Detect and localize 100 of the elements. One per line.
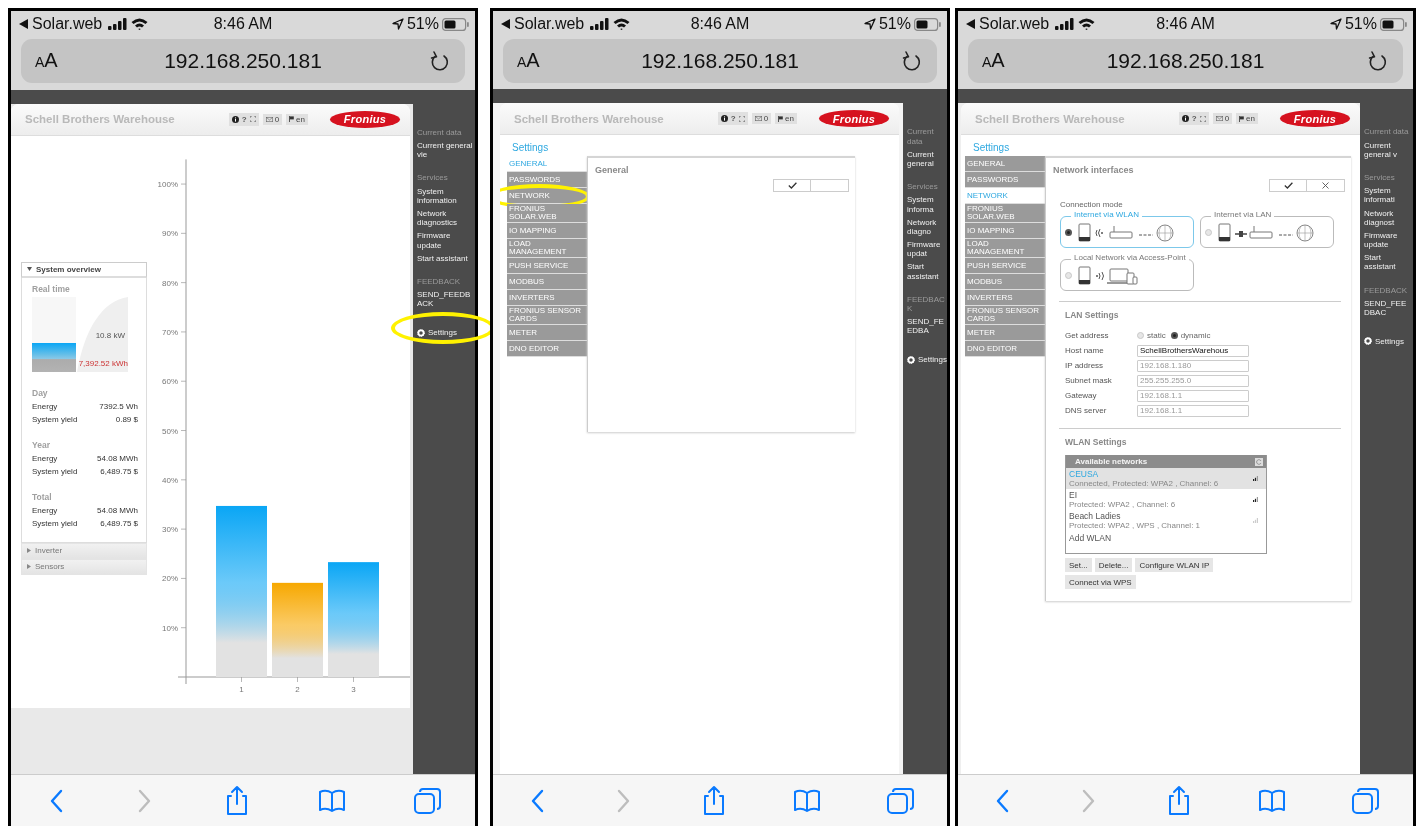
address-bar[interactable]: AA 192.168.250.181 (503, 38, 937, 83)
menu-link[interactable]: System informati (1364, 186, 1411, 205)
fullscreen-icon[interactable] (738, 115, 745, 122)
tabs-icon[interactable] (412, 786, 442, 815)
clock-time: 8:46 AM (213, 15, 273, 34)
site-title: Schell Brothers Warehouse (975, 112, 1125, 125)
menu-heading: Services (417, 173, 449, 183)
back-app-link[interactable]: Solar.web (979, 15, 1050, 34)
back-triangle-icon[interactable] (501, 19, 510, 30)
tabs-icon[interactable] (885, 786, 915, 815)
address-bar[interactable]: AA 192.168.250.181 (21, 38, 465, 83)
radio-button[interactable] (1170, 332, 1178, 340)
back-triangle-icon[interactable] (19, 19, 28, 30)
menu-link[interactable]: Firmware updat (907, 240, 945, 259)
field-label: DNS server (1065, 406, 1108, 416)
clock-time: 8:46 AM (690, 15, 750, 34)
cellular-signal-icon (108, 18, 128, 31)
brand-logo[interactable]: Fronius (1280, 110, 1350, 128)
menu-link[interactable]: Current general vie (417, 141, 473, 160)
action-button[interactable]: Set... (1065, 558, 1092, 573)
reload-icon[interactable] (1367, 49, 1387, 72)
url-text: 192.168.250.181 (641, 48, 799, 73)
battery-percent: 51% (406, 15, 439, 34)
axis-tick-label: 3 (351, 684, 356, 694)
reload-icon[interactable] (901, 49, 921, 72)
text-size-button[interactable]: AA (517, 49, 540, 73)
settings-link[interactable]: Settings (1364, 336, 1404, 346)
mail-button[interactable]: 0 (262, 113, 283, 125)
menu-link[interactable]: SEND_FEEDBACK (417, 290, 473, 309)
battery-icon (442, 18, 469, 31)
network-item[interactable]: EI Protected: WPA2 , Channel: 6 (1066, 489, 1266, 511)
language-button[interactable]: en (286, 113, 308, 125)
reload-icon[interactable] (429, 49, 449, 72)
panel-title: General (594, 164, 630, 176)
menu-link[interactable]: System informa (907, 195, 945, 214)
menu-link[interactable]: Current general v (1364, 140, 1411, 159)
text-size-button[interactable]: AA (982, 49, 1005, 73)
location-arrow-icon (391, 18, 404, 31)
brand-logo[interactable]: Fronius (819, 110, 889, 128)
info-icon[interactable] (720, 115, 728, 123)
back-app-link[interactable]: Solar.web (32, 15, 103, 34)
accordion-header[interactable]: System overview (21, 261, 147, 278)
battery-percent: 51% (878, 15, 911, 34)
flag-icon (778, 115, 784, 122)
book-icon[interactable] (1258, 787, 1287, 815)
language-button[interactable]: en (775, 113, 797, 125)
brand-logo[interactable]: Fronius (330, 110, 400, 128)
action-button[interactable]: Connect via WPS (1065, 575, 1136, 590)
axis-tick-label: 60% (162, 377, 178, 387)
menu-link[interactable]: SEND_FEEDBAC (1364, 298, 1411, 318)
settings-link[interactable]: Settings (417, 328, 457, 338)
menu-link[interactable]: Firmware update (1364, 230, 1411, 250)
input-field[interactable]: SchellBrothersWarehous (1137, 344, 1249, 357)
menu-link[interactable]: Firmware update (417, 231, 473, 250)
gear-icon (1364, 337, 1372, 346)
menu-link[interactable]: Network diagno (907, 217, 945, 237)
battery-icon (1380, 17, 1407, 31)
info-icon[interactable] (1181, 115, 1189, 123)
language-button[interactable]: en (1236, 113, 1258, 125)
menu-link[interactable]: Start assistant (1364, 253, 1411, 272)
help-button[interactable]: ? (1191, 114, 1197, 124)
site-title: Schell Brothers Warehouse (514, 112, 664, 125)
mail-button[interactable]: 0 (1212, 113, 1233, 125)
info-icon[interactable] (231, 115, 239, 123)
tabs-icon[interactable] (1351, 786, 1381, 815)
menu-heading: Current data (1364, 127, 1410, 137)
section-title: Year (32, 439, 51, 450)
add-network-link[interactable]: Add WLAN (1066, 531, 1266, 546)
text-size-button[interactable]: AA (35, 49, 58, 73)
help-button[interactable]: ? (241, 114, 247, 124)
action-button[interactable]: Configure WLAN IP (1135, 558, 1214, 573)
menu-link[interactable]: Network diagnost (1364, 208, 1411, 227)
settings-link[interactable]: Settings (907, 355, 947, 365)
menu-link[interactable]: SEND_FEEDBA (907, 317, 945, 336)
list-header: Available networks (1066, 455, 1266, 469)
back-triangle-icon[interactable] (966, 19, 975, 30)
mail-button[interactable]: 0 (751, 113, 772, 125)
section-title: Real time (32, 283, 71, 294)
fullscreen-icon[interactable] (1199, 115, 1206, 122)
address-bar[interactable]: AA 192.168.250.181 (968, 38, 1403, 83)
menu-link[interactable]: Start assistant (907, 262, 945, 281)
fullscreen-icon[interactable] (249, 116, 256, 123)
back-app-link[interactable]: Solar.web (514, 15, 585, 34)
page-title: Settings (511, 141, 550, 156)
menu-link[interactable]: Start assistant (417, 253, 473, 263)
confirm-button[interactable] (773, 179, 811, 193)
network-item[interactable]: Beach Ladies Protected: WPA2 , WPS , Channel: 1 (1066, 510, 1266, 532)
book-icon[interactable] (792, 787, 821, 815)
caret-down-icon (27, 267, 32, 272)
energy-reading: 7,392.52 kWh (78, 358, 128, 368)
menu-link[interactable]: System information (417, 186, 473, 206)
help-button[interactable]: ? (730, 114, 736, 124)
refresh-icon[interactable] (1255, 457, 1263, 466)
menu-link[interactable]: Network diagnostics (417, 209, 473, 228)
menu-link[interactable]: Current general (907, 149, 945, 169)
cellular-signal-icon (1055, 18, 1075, 31)
radio-button[interactable] (1065, 228, 1072, 236)
confirm-button[interactable] (1269, 179, 1307, 193)
action-button[interactable]: Delete... (1094, 558, 1133, 573)
book-icon[interactable] (317, 787, 346, 815)
